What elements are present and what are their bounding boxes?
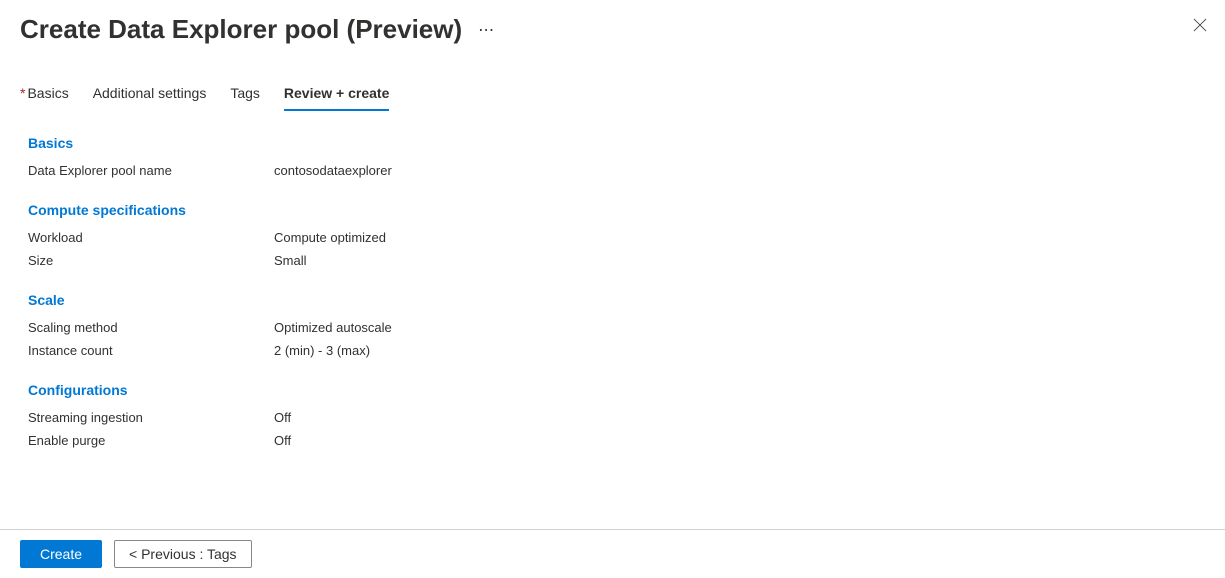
label-size: Size (28, 253, 274, 268)
value-streaming-ingestion: Off (274, 410, 291, 425)
value-instance-count: 2 (min) - 3 (max) (274, 343, 370, 358)
row-enable-purge: Enable purge Off (28, 433, 1197, 448)
page-header: Create Data Explorer pool (Preview) ⋯ (0, 0, 1225, 55)
tab-additional-settings[interactable]: Additional settings (93, 85, 207, 111)
label-scaling-method: Scaling method (28, 320, 274, 335)
row-scaling-method: Scaling method Optimized autoscale (28, 320, 1197, 335)
footer-bar: Create < Previous : Tags (0, 529, 1225, 578)
row-instance-count: Instance count 2 (min) - 3 (max) (28, 343, 1197, 358)
section-title-compute: Compute specifications (28, 202, 1197, 218)
section-configurations: Configurations Streaming ingestion Off E… (28, 382, 1197, 448)
close-icon (1193, 18, 1207, 32)
row-pool-name: Data Explorer pool name contosodataexplo… (28, 163, 1197, 178)
page-title: Create Data Explorer pool (Preview) (20, 14, 462, 45)
tab-basics[interactable]: *Basics (20, 85, 69, 111)
required-asterisk: * (20, 85, 25, 101)
section-title-scale: Scale (28, 292, 1197, 308)
section-scale: Scale Scaling method Optimized autoscale… (28, 292, 1197, 358)
value-pool-name: contosodataexplorer (274, 163, 392, 178)
previous-button[interactable]: < Previous : Tags (114, 540, 252, 568)
create-button[interactable]: Create (20, 540, 102, 568)
section-title-configurations: Configurations (28, 382, 1197, 398)
tab-tags[interactable]: Tags (230, 85, 260, 111)
label-enable-purge: Enable purge (28, 433, 274, 448)
value-size: Small (274, 253, 307, 268)
section-title-basics: Basics (28, 135, 1197, 151)
label-instance-count: Instance count (28, 343, 274, 358)
value-scaling-method: Optimized autoscale (274, 320, 392, 335)
tab-bar: *Basics Additional settings Tags Review … (0, 55, 1225, 111)
close-button[interactable] (1193, 18, 1207, 35)
content-area: Basics Data Explorer pool name contosoda… (0, 111, 1225, 529)
row-workload: Workload Compute optimized (28, 230, 1197, 245)
label-workload: Workload (28, 230, 274, 245)
label-pool-name: Data Explorer pool name (28, 163, 274, 178)
section-compute: Compute specifications Workload Compute … (28, 202, 1197, 268)
row-size: Size Small (28, 253, 1197, 268)
more-icon[interactable]: ⋯ (478, 20, 494, 40)
value-workload: Compute optimized (274, 230, 386, 245)
value-enable-purge: Off (274, 433, 291, 448)
label-streaming-ingestion: Streaming ingestion (28, 410, 274, 425)
row-streaming-ingestion: Streaming ingestion Off (28, 410, 1197, 425)
tab-review-create[interactable]: Review + create (284, 85, 389, 111)
section-basics: Basics Data Explorer pool name contosoda… (28, 135, 1197, 178)
